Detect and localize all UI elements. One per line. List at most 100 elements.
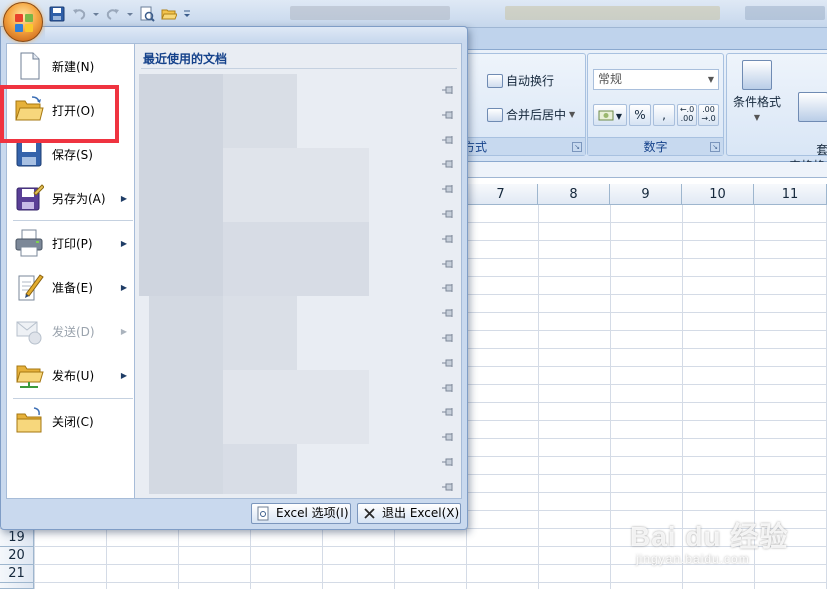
wrap-text-label: 自动换行 — [506, 74, 555, 88]
menu-item-label: 另存为(A) — [52, 191, 106, 206]
blurred-recent-names — [223, 222, 369, 296]
number-launcher-icon[interactable]: ↘ — [710, 142, 720, 152]
pin-icon[interactable] — [441, 208, 455, 218]
menu-item-label: 准备(E) — [52, 280, 93, 295]
pin-icon[interactable] — [441, 332, 455, 342]
number-format-select[interactable]: 常规 ▼ — [593, 69, 719, 90]
column-header[interactable]: 8 — [538, 184, 610, 205]
number-group-label: 数字 — [588, 137, 723, 155]
wrap-text-icon — [487, 73, 503, 88]
row-header-partial[interactable] — [0, 583, 34, 589]
decrease-decimal-button[interactable]: .00 →.0 — [698, 104, 719, 126]
menu-item-prepare[interactable]: 准备(E) ▶ — [7, 265, 135, 309]
blurred-recent-names — [223, 444, 297, 494]
conditional-format-label: 条件格式 — [732, 95, 781, 109]
blurred-recent-names — [223, 148, 369, 222]
increase-decimal-button[interactable]: ←.0 .00 — [677, 104, 697, 126]
pin-icon[interactable] — [441, 134, 455, 144]
menu-item-save-as[interactable]: 另存为(A) ▶ — [7, 176, 135, 220]
print-icon — [15, 229, 43, 257]
menu-item-new[interactable]: 新建(N) — [7, 44, 135, 88]
alignment-launcher-icon[interactable]: ↘ — [572, 142, 582, 152]
redo-dropdown-icon[interactable] — [126, 5, 134, 23]
column-header[interactable]: 10 — [682, 184, 754, 205]
blurred-title — [290, 6, 450, 20]
quick-access-toolbar — [48, 4, 192, 24]
table-format-button[interactable]: 套用 表格格式 — [785, 60, 827, 173]
recent-title-divider — [141, 68, 457, 69]
pin-icon[interactable] — [441, 406, 455, 417]
conditional-format-button[interactable]: 条件格式 ▼ — [729, 60, 785, 136]
recent-documents-title: 最近使用的文档 — [143, 52, 228, 66]
prepare-icon — [18, 274, 44, 301]
menu-item-label: 关闭(C) — [52, 414, 94, 429]
customize-qat-icon[interactable] — [182, 5, 192, 23]
menu-footer: Excel 选项(I) 退出 Excel(X) — [1, 497, 467, 529]
pin-icon[interactable] — [441, 382, 455, 392]
conditional-format-icon — [742, 60, 772, 90]
menu-item-print[interactable]: 打印(P) ▶ — [7, 221, 135, 265]
pin-icon[interactable] — [441, 307, 455, 318]
blurred-title-2 — [505, 6, 720, 20]
exit-excel-label: 退出 Excel(X) — [382, 506, 460, 520]
menu-item-publish[interactable]: 发布(U) ▶ — [7, 353, 135, 397]
open-icon[interactable] — [160, 5, 178, 23]
number-format-value: 常规 — [598, 72, 623, 86]
pin-icon[interactable] — [441, 84, 455, 94]
window-controls — [745, 6, 825, 20]
wrap-text-button[interactable]: 自动换行 — [487, 72, 554, 89]
blurred-recent-names — [223, 296, 297, 370]
redo-icon[interactable] — [104, 5, 122, 23]
office-button[interactable] — [3, 2, 43, 42]
pin-icon[interactable] — [441, 431, 455, 442]
pin-icon[interactable] — [441, 282, 455, 293]
merge-center-icon — [487, 107, 503, 122]
menu-item-label: 发送(D) — [52, 324, 95, 339]
blurred-recent-names — [149, 296, 223, 494]
column-header[interactable]: 9 — [610, 184, 682, 205]
menu-item-close[interactable]: 关闭(C) — [7, 399, 135, 443]
blurred-recent-names — [223, 370, 369, 444]
merge-center-label: 合并后居中 — [506, 108, 567, 122]
save-as-icon — [16, 184, 44, 211]
menu-item-send: 发送(D) ▶ — [7, 309, 135, 353]
conditional-format-dropdown-icon: ▼ — [753, 113, 761, 122]
pin-icon[interactable] — [441, 456, 455, 466]
styles-group: 条件格式 ▼ 套用 表格格式 — [726, 53, 827, 173]
row-header[interactable]: 19 — [0, 529, 34, 547]
pin-icon[interactable] — [441, 233, 455, 243]
pin-icon[interactable] — [441, 109, 455, 119]
submenu-arrow-icon: ▶ — [120, 282, 127, 292]
excel-options-button[interactable]: Excel 选项(I) — [251, 503, 351, 524]
pin-icon[interactable] — [441, 357, 455, 367]
row-header[interactable]: 20 — [0, 547, 34, 565]
currency-button[interactable]: ▼ — [593, 104, 627, 126]
table-format-icon — [798, 92, 827, 122]
submenu-arrow-icon: ▶ — [120, 193, 127, 203]
publish-icon — [16, 365, 44, 388]
undo-dropdown-icon[interactable] — [92, 5, 100, 23]
excel-options-label: Excel 选项(I) — [276, 506, 349, 520]
save-icon[interactable] — [48, 5, 66, 23]
comma-button[interactable]: , — [653, 104, 675, 126]
highlight-box — [0, 85, 119, 143]
undo-icon[interactable] — [70, 5, 88, 23]
title-bar — [0, 0, 827, 28]
submenu-arrow-icon: ▶ — [120, 326, 127, 336]
merge-dropdown-icon[interactable]: ▼ — [569, 110, 575, 119]
row-header[interactable]: 21 — [0, 565, 34, 583]
exit-excel-button[interactable]: 退出 Excel(X) — [357, 503, 461, 524]
pin-icon[interactable] — [441, 258, 455, 268]
merge-center-button[interactable]: 合并后居中 ▼ — [487, 106, 575, 123]
percent-button[interactable]: % — [629, 104, 651, 126]
column-header[interactable]: 7 — [464, 184, 538, 205]
pin-icon[interactable] — [441, 481, 455, 491]
column-header[interactable]: 11 — [754, 184, 827, 205]
menu-top-strip — [45, 27, 467, 41]
close-icon — [364, 508, 375, 519]
save-icon — [16, 141, 42, 167]
pin-icon[interactable] — [441, 158, 455, 169]
pin-icon[interactable] — [441, 183, 455, 194]
print-preview-icon[interactable] — [138, 5, 156, 23]
menu-item-label: 新建(N) — [52, 59, 95, 74]
